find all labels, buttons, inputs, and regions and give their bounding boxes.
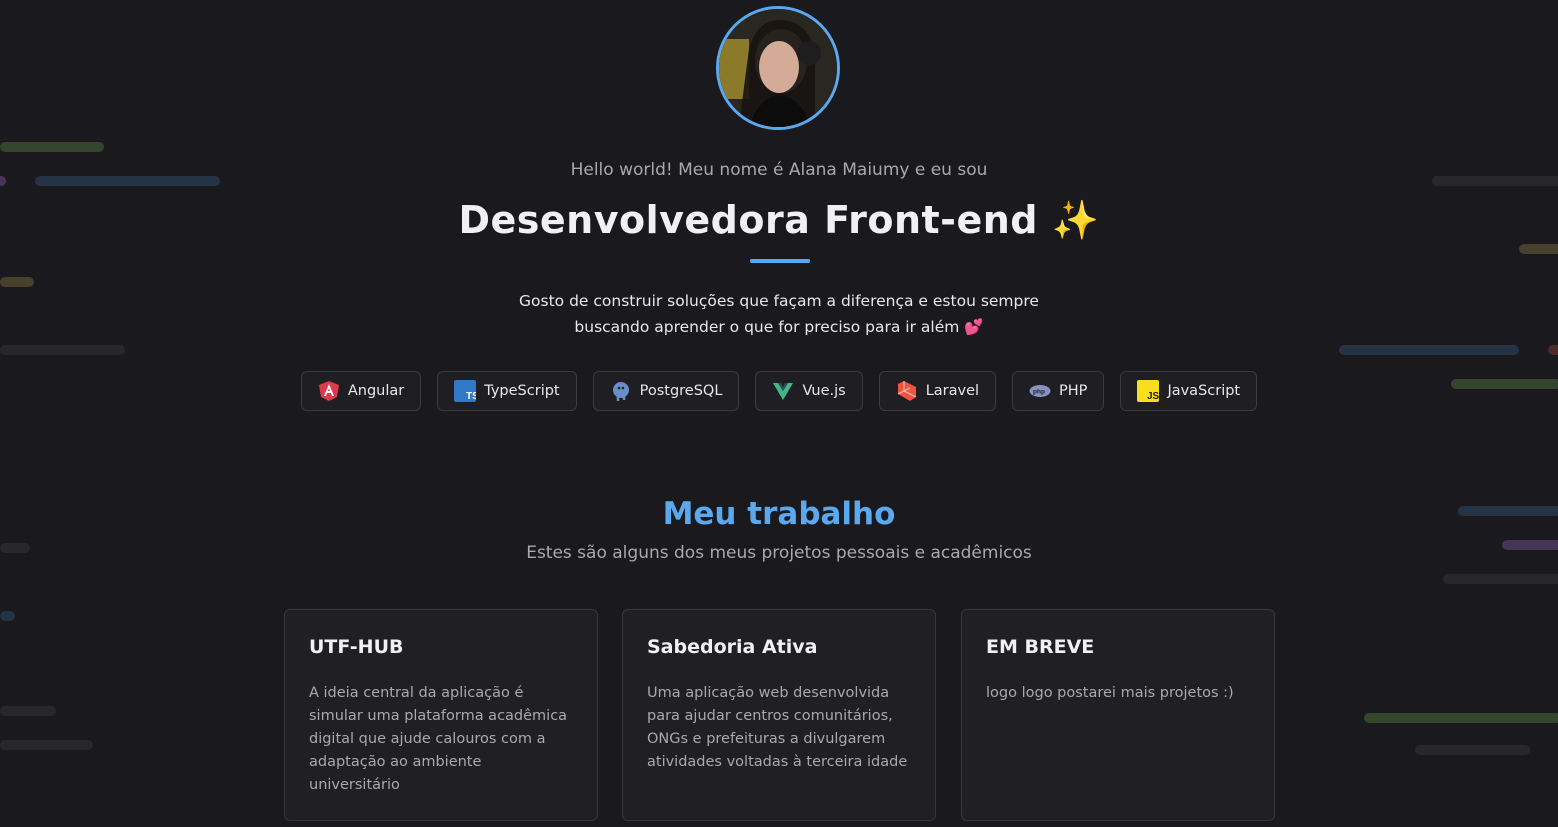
- work-section-title: Meu trabalho: [662, 496, 896, 532]
- tech-label: PHP: [1059, 383, 1088, 399]
- hero-greeting: Hello world! Meu nome é Alana Maiumy e e…: [570, 160, 988, 180]
- project-card-sabedoria-ativa[interactable]: Sabedoria Ativa Uma aplicação web desenv…: [622, 609, 936, 821]
- tech-label: PostgreSQL: [639, 383, 723, 399]
- bio-line: buscando aprender o que for preciso para…: [574, 318, 984, 336]
- bio-line: Gosto de construir soluções que façam a …: [519, 292, 1039, 310]
- tech-label: Laravel: [925, 383, 980, 399]
- tech-label: JavaScript: [1167, 383, 1241, 399]
- tech-chip-typescript: TS TypeScript: [437, 371, 577, 411]
- svg-text:TS: TS: [466, 391, 476, 402]
- tech-chip-javascript: JS JavaScript: [1120, 371, 1258, 411]
- tech-label: Angular: [347, 383, 405, 399]
- tech-chip-vue: Vue.js: [755, 371, 863, 411]
- svg-text:php: php: [1033, 389, 1045, 396]
- project-title: EM BREVE: [986, 636, 1095, 658]
- postgresql-icon: [610, 380, 632, 402]
- tech-stack: Angular TS TypeScript PostgreSQL Vue.js …: [0, 371, 1558, 411]
- typescript-icon: TS: [454, 380, 477, 402]
- javascript-icon: JS: [1137, 380, 1160, 402]
- tech-label: Vue.js: [802, 383, 846, 399]
- php-icon: php: [1029, 380, 1051, 402]
- tech-chip-angular: Angular: [300, 371, 422, 411]
- hero-bio: Gosto de construir soluções que façam a …: [479, 288, 1079, 340]
- project-description: A ideia central da aplicação é simular u…: [309, 685, 568, 793]
- project-description: logo logo postarei mais projetos :): [986, 685, 1234, 701]
- project-title: UTF-HUB: [309, 636, 404, 658]
- hero-headline: Desenvolvedora Front-end ✨: [458, 198, 1100, 242]
- profile-photo: [719, 9, 837, 127]
- tech-chip-laravel: Laravel: [878, 371, 997, 411]
- vue-icon: [772, 380, 794, 402]
- project-description: Uma aplicação web desenvolvida para ajud…: [647, 685, 908, 770]
- project-card-em-breve[interactable]: EM BREVE logo logo postarei mais projeto…: [961, 609, 1275, 821]
- work-section-subtitle: Estes são alguns dos meus projetos pesso…: [526, 543, 1032, 563]
- headline-underline: [750, 259, 810, 263]
- project-card-utf-hub[interactable]: UTF-HUB A ideia central da aplicação é s…: [284, 609, 598, 821]
- tech-chip-postgresql: PostgreSQL: [592, 371, 740, 411]
- svg-text:JS: JS: [1147, 391, 1159, 402]
- tech-chip-php: php PHP: [1012, 371, 1105, 411]
- profile-avatar: [716, 6, 840, 130]
- laravel-icon: [896, 380, 918, 402]
- angular-icon: [318, 380, 340, 402]
- tech-label: TypeScript: [484, 383, 560, 399]
- project-title: Sabedoria Ativa: [647, 636, 818, 658]
